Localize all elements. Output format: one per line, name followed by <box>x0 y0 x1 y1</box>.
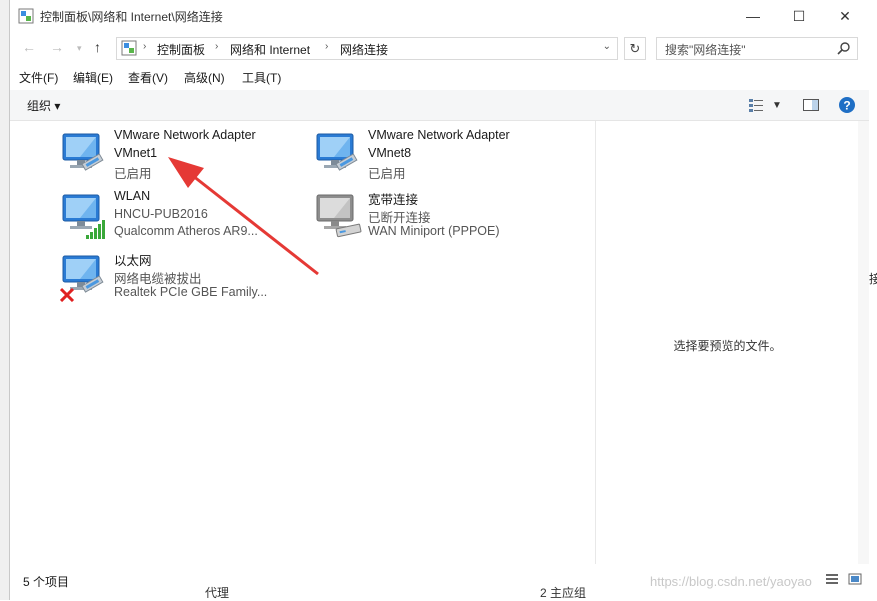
connection-name: WLAN <box>114 189 151 203</box>
background-text-fragment: 2 主应组 <box>540 586 587 600</box>
connection-detail: HNCU-PUB2016 <box>114 207 208 221</box>
connection-status: 已启用 <box>114 167 152 181</box>
svg-text:?: ? <box>843 99 850 113</box>
up-arrow-icon[interactable]: ↑ <box>94 39 101 55</box>
connection-detail: VMnet1 <box>114 146 158 160</box>
breadcrumb-network-connections[interactable]: 网络连接 <box>340 41 388 58</box>
wifi-adapter-icon <box>62 194 105 239</box>
menu-view[interactable]: 查看(V) <box>128 69 168 86</box>
address-dropdown-icon[interactable]: ⌄ <box>603 41 611 52</box>
help-icon[interactable]: ? <box>838 96 856 114</box>
address-bar[interactable]: › 控制面板 › 网络和 Internet › 网络连接 ⌄ <box>116 37 618 60</box>
connection-status: 已启用 <box>368 167 406 181</box>
search-icon[interactable] <box>837 41 851 55</box>
details-view-icon[interactable] <box>825 573 839 585</box>
connection-status: Realtek PCIe GBE Family... <box>114 285 268 299</box>
file-list-pane: VMware Network Adapter VMnet1 已启用 VMware… <box>10 121 594 564</box>
connection-item[interactable]: VMware Network Adapter VMnet1 已启用 <box>60 128 300 186</box>
network-connections-window: 控制面板\网络和 Internet\网络连接 — ☐ ✕ ← → ▾ ↑ › 控… <box>9 0 871 600</box>
breadcrumb-separator-icon: › <box>143 41 147 52</box>
background-window-strip-right <box>869 0 877 600</box>
maximize-button[interactable]: ☐ <box>776 0 822 32</box>
address-row: ← → ▾ ↑ › 控制面板 › 网络和 Internet › 网络连接 ⌄ ↻… <box>10 32 870 62</box>
search-placeholder: 搜索"网络连接" <box>665 43 746 57</box>
connection-item[interactable]: 以太网 网络电缆被拔出 Realtek PCIe GBE Family... <box>60 250 300 308</box>
view-dropdown-icon[interactable]: ▼ <box>772 96 782 114</box>
connection-detail: VMnet8 <box>368 146 412 160</box>
large-icons-view-icon[interactable] <box>848 573 862 585</box>
breadcrumb-separator-icon: › <box>215 41 219 52</box>
watermark: https://blog.csdn.net/yaoyao <box>650 574 812 589</box>
control-panel-icon <box>18 8 34 24</box>
refresh-button[interactable]: ↻ <box>624 37 646 60</box>
organize-button[interactable]: 组织 ▾ <box>27 97 60 114</box>
connection-item[interactable]: 宽带连接 已断开连接 WAN Miniport (PPPOE) <box>314 189 554 247</box>
title-bar: 控制面板\网络和 Internet\网络连接 — ☐ ✕ <box>10 0 870 32</box>
command-bar: 组织 ▾ ▼ ? <box>10 90 870 121</box>
preview-message: 选择要预览的文件。 <box>673 339 782 353</box>
control-panel-icon <box>121 40 137 56</box>
breadcrumb-network-internet[interactable]: 网络和 Internet <box>230 41 310 58</box>
broadband-icon <box>316 194 362 238</box>
minimize-button[interactable]: — <box>730 0 776 32</box>
connection-name: VMware Network Adapter <box>368 128 510 142</box>
preview-pane: 选择要预览的文件。 <box>595 121 859 564</box>
connection-name: VMware Network Adapter <box>114 128 256 142</box>
item-count: 5 个项目 <box>23 575 70 589</box>
network-adapter-icon <box>316 133 358 171</box>
forward-arrow-icon[interactable]: → <box>50 39 64 55</box>
ethernet-unplugged-icon <box>60 255 104 302</box>
recent-locations-chevron-icon[interactable]: ▾ <box>77 43 82 54</box>
menu-file[interactable]: 文件(F) <box>19 69 58 86</box>
view-options-icon[interactable] <box>747 96 765 114</box>
connection-item[interactable]: VMware Network Adapter VMnet8 已启用 <box>314 128 554 186</box>
connection-name: 宽带连接 <box>368 193 419 207</box>
search-input[interactable]: 搜索"网络连接" <box>656 37 858 60</box>
background-text-fragment: 代理 <box>205 586 230 600</box>
back-arrow-icon[interactable]: ← <box>22 39 36 55</box>
connection-status: Qualcomm Atheros AR9... <box>114 224 258 238</box>
close-button[interactable]: ✕ <box>822 0 868 32</box>
menu-edit[interactable]: 编辑(E) <box>73 69 113 86</box>
connection-status: WAN Miniport (PPPOE) <box>368 224 500 238</box>
connection-item[interactable]: WLAN HNCU-PUB2016 Qualcomm Atheros AR9..… <box>60 189 300 247</box>
menu-bar: 文件(F) 编辑(E) 查看(V) 高级(N) 工具(T) <box>10 66 870 88</box>
background-text-fragment: 接 <box>869 272 877 286</box>
network-adapter-icon <box>62 133 104 171</box>
breadcrumb-control-panel[interactable]: 控制面板 <box>157 41 205 58</box>
breadcrumb-separator-icon: › <box>325 41 329 52</box>
window-title: 控制面板\网络和 Internet\网络连接 <box>40 10 223 24</box>
menu-advanced[interactable]: 高级(N) <box>184 69 225 86</box>
preview-pane-icon[interactable] <box>802 96 820 114</box>
connection-name: 以太网 <box>114 254 152 268</box>
menu-tools[interactable]: 工具(T) <box>242 69 281 86</box>
